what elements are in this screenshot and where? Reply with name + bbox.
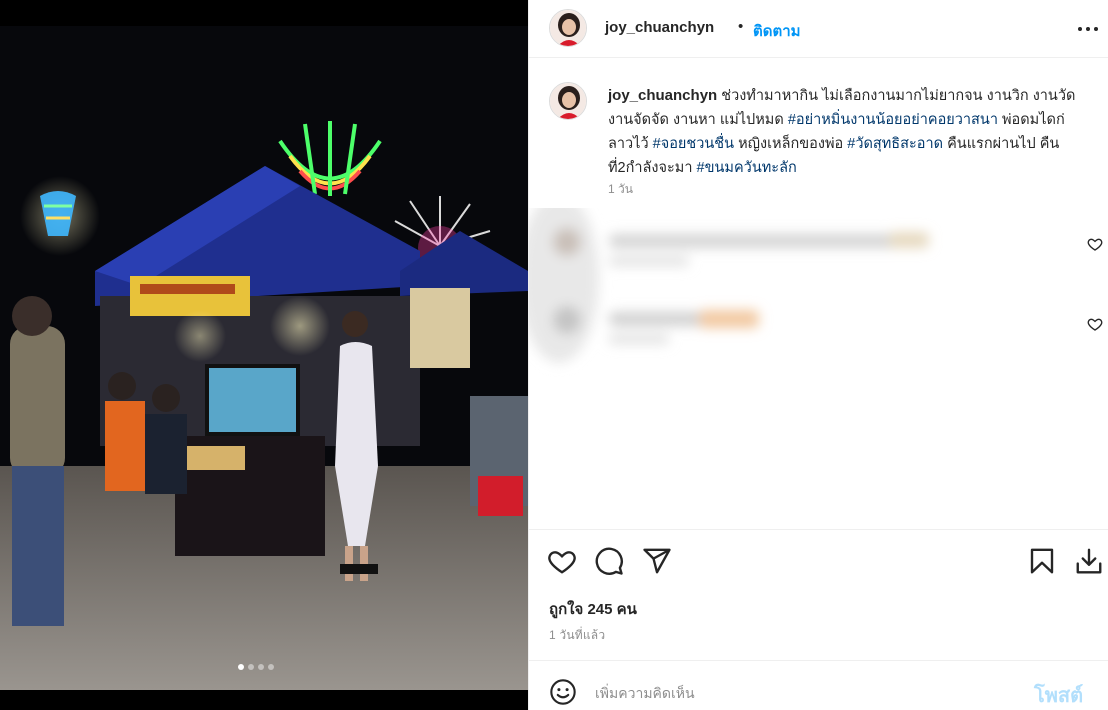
share-icon[interactable]	[642, 546, 672, 576]
comment-like-icon[interactable]	[1087, 236, 1103, 252]
caption-text: หญิงเหล็กของพ่อ	[734, 136, 848, 152]
comment-icon[interactable]	[594, 546, 624, 576]
carousel-dot	[258, 664, 264, 670]
hashtag-link[interactable]: #อย่าหมิ่นงานน้อยอย่าคอยวาสนา	[788, 112, 998, 128]
avatar[interactable]	[549, 9, 587, 47]
more-options-icon[interactable]	[1076, 17, 1100, 41]
caption-username[interactable]: joy_chuanchyn	[608, 87, 717, 104]
carousel-dot-active	[238, 664, 244, 670]
comments-section: joy_chuanchyn ช่วงทำมาหากิน ไม่เลือกงานม…	[529, 58, 1108, 528]
post-header: joy_chuanchyn • ติดตาม	[529, 0, 1108, 58]
media-letterbox-bottom	[0, 690, 528, 710]
blurred-comments	[529, 208, 929, 363]
bookmark-icon[interactable]	[1027, 546, 1057, 576]
heart-icon[interactable]	[547, 546, 577, 576]
caption-timestamp[interactable]: 1 วัน	[608, 180, 633, 199]
post-details-panel: joy_chuanchyn • ติดตาม joy_chuanchyn ช่ว…	[528, 0, 1108, 710]
hashtag-link[interactable]: #จอยชวนชื่น	[653, 136, 734, 152]
post-photo	[0, 26, 528, 690]
media-letterbox-top	[0, 0, 528, 26]
emoji-icon[interactable]	[549, 678, 577, 706]
comment-like-icon[interactable]	[1087, 316, 1103, 332]
post-actions: ถูกใจ 245 คน 1 วันที่แล้ว	[529, 529, 1108, 660]
post-username[interactable]: joy_chuanchyn	[605, 19, 714, 36]
carousel-dot	[248, 664, 254, 670]
hashtag-link[interactable]: #วัดสุทธิสะอาด	[847, 136, 943, 152]
post-comment-button[interactable]: โพสต์	[1034, 679, 1083, 710]
avatar-image	[550, 10, 586, 46]
post-timestamp[interactable]: 1 วันที่แล้ว	[549, 626, 605, 645]
avatar-image	[550, 83, 586, 119]
separator-dot: •	[738, 18, 744, 35]
post-caption: joy_chuanchyn ช่วงทำมาหากิน ไม่เลือกงานม…	[608, 84, 1078, 180]
caption-avatar[interactable]	[549, 82, 587, 120]
likes-count[interactable]: ถูกใจ 245 คน	[549, 597, 637, 621]
comment-input[interactable]	[595, 681, 1015, 705]
hashtag-link[interactable]: #ขนมควันทะลัก	[697, 160, 797, 176]
carousel-dot	[268, 664, 274, 670]
carousel-indicator	[238, 664, 274, 670]
post-media[interactable]	[0, 0, 528, 710]
download-icon[interactable]	[1074, 546, 1104, 576]
follow-button[interactable]: ติดตาม	[753, 19, 801, 43]
add-comment-bar: โพสต์	[529, 660, 1108, 710]
